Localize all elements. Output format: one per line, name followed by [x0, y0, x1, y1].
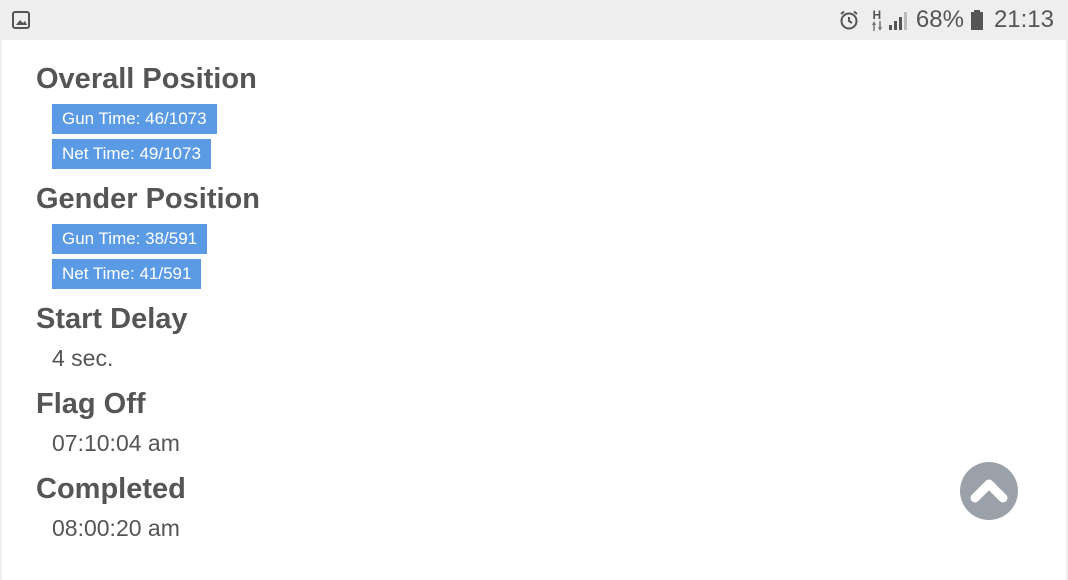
gender-position-title: Gender Position	[36, 183, 260, 215]
start-delay-value: 4 sec.	[52, 345, 114, 371]
scroll-to-top-button[interactable]	[960, 462, 1018, 520]
completed-value: 08:00:20 am	[52, 515, 180, 541]
flag-off-value: 07:10:04 am	[52, 430, 180, 456]
start-delay-title: Start Delay	[36, 303, 188, 335]
clock: 21:13	[993, 6, 1054, 33]
battery-icon	[970, 9, 984, 31]
flag-off-title: Flag Off	[36, 388, 146, 420]
gender-gun-time-badge: Gun Time: 38/591	[52, 224, 208, 254]
image-icon	[12, 11, 30, 29]
race-details: Overall Position Gun Time: 46/1073 Net T…	[2, 40, 1066, 580]
hplus-data-icon: H	[871, 8, 882, 31]
completed-title: Completed	[36, 473, 186, 505]
overall-position-title: Overall Position	[36, 63, 257, 95]
overall-gun-time-badge: Gun Time: 46/1073	[52, 104, 217, 134]
status-bar: H 68% 21:13	[0, 0, 1068, 40]
battery-percent: 68%	[915, 6, 964, 33]
alarm-icon	[838, 9, 860, 31]
network-type-label: H	[872, 8, 882, 22]
overall-net-time-badge: Net Time: 49/1073	[52, 139, 211, 169]
signal-icon	[888, 9, 910, 31]
gender-net-time-badge: Net Time: 41/591	[52, 259, 202, 289]
chevron-up-icon	[970, 479, 1008, 503]
status-icons: H 68% 21:13	[838, 0, 1054, 40]
